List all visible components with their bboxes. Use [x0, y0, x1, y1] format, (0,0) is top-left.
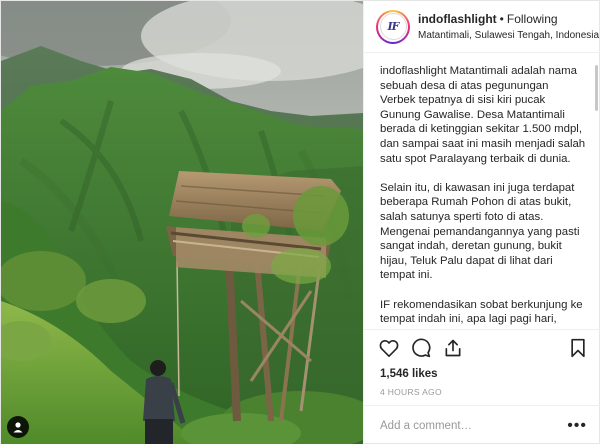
- avatar-ring: IF: [378, 11, 408, 42]
- caption-paragraph-1: indoflashlight Matantimali adalah nama s…: [380, 64, 587, 166]
- like-button[interactable]: [378, 337, 400, 359]
- post-photo[interactable]: [1, 1, 363, 444]
- post-header: IF indoflashlight • Following Matantimali,…: [364, 1, 600, 53]
- header-line: indoflashlight • Following: [418, 12, 595, 26]
- user-tag-button[interactable]: [7, 416, 29, 438]
- caption: indoflashlight Matantimali adalah nama s…: [364, 53, 600, 329]
- comment-button[interactable]: [410, 337, 432, 359]
- save-button[interactable]: [567, 337, 589, 359]
- location-link[interactable]: Matantimali, Sulawesi Tengah, Indonesia: [418, 30, 599, 41]
- following-button[interactable]: Following: [507, 12, 558, 26]
- caption-text-1: Matantimali adalah nama sebuah desa di a…: [380, 65, 586, 165]
- user-tag-icon: [13, 422, 23, 433]
- heart-icon: [379, 339, 399, 357]
- avatar-logo: IF: [379, 13, 407, 40]
- caption-paragraph-3: IF rekomendasikan sobat berkunjung ke te…: [380, 298, 583, 330]
- comment-icon: [412, 338, 431, 357]
- separator-dot: •: [499, 12, 504, 26]
- caption-paragraph-2: Selain itu, di kawasan ini juga terdapat…: [380, 181, 580, 282]
- treehouse-mountain-photo: [1, 1, 363, 444]
- more-options-button[interactable]: •••: [567, 417, 587, 433]
- caption-username[interactable]: indoflashlight: [380, 65, 447, 77]
- post-timestamp[interactable]: 4 HOURS AGO: [364, 383, 600, 405]
- comment-box: •••: [364, 405, 600, 444]
- avatar[interactable]: IF: [376, 9, 410, 44]
- instagram-post: IF indoflashlight • Following Matantimali,…: [0, 0, 600, 444]
- likes-count[interactable]: 1,546 likes: [364, 365, 600, 383]
- comment-input[interactable]: [380, 419, 568, 432]
- action-bar: [364, 329, 600, 365]
- header-text: indoflashlight • Following Matantimali, Su…: [418, 12, 599, 41]
- post-side-panel: IF indoflashlight • Following Matantimali,…: [363, 1, 600, 444]
- caption-scrollbar[interactable]: [595, 65, 598, 111]
- share-button[interactable]: [442, 337, 464, 359]
- bookmark-icon: [571, 338, 585, 357]
- share-icon: [445, 339, 461, 356]
- username-link[interactable]: indoflashlight: [418, 12, 497, 26]
